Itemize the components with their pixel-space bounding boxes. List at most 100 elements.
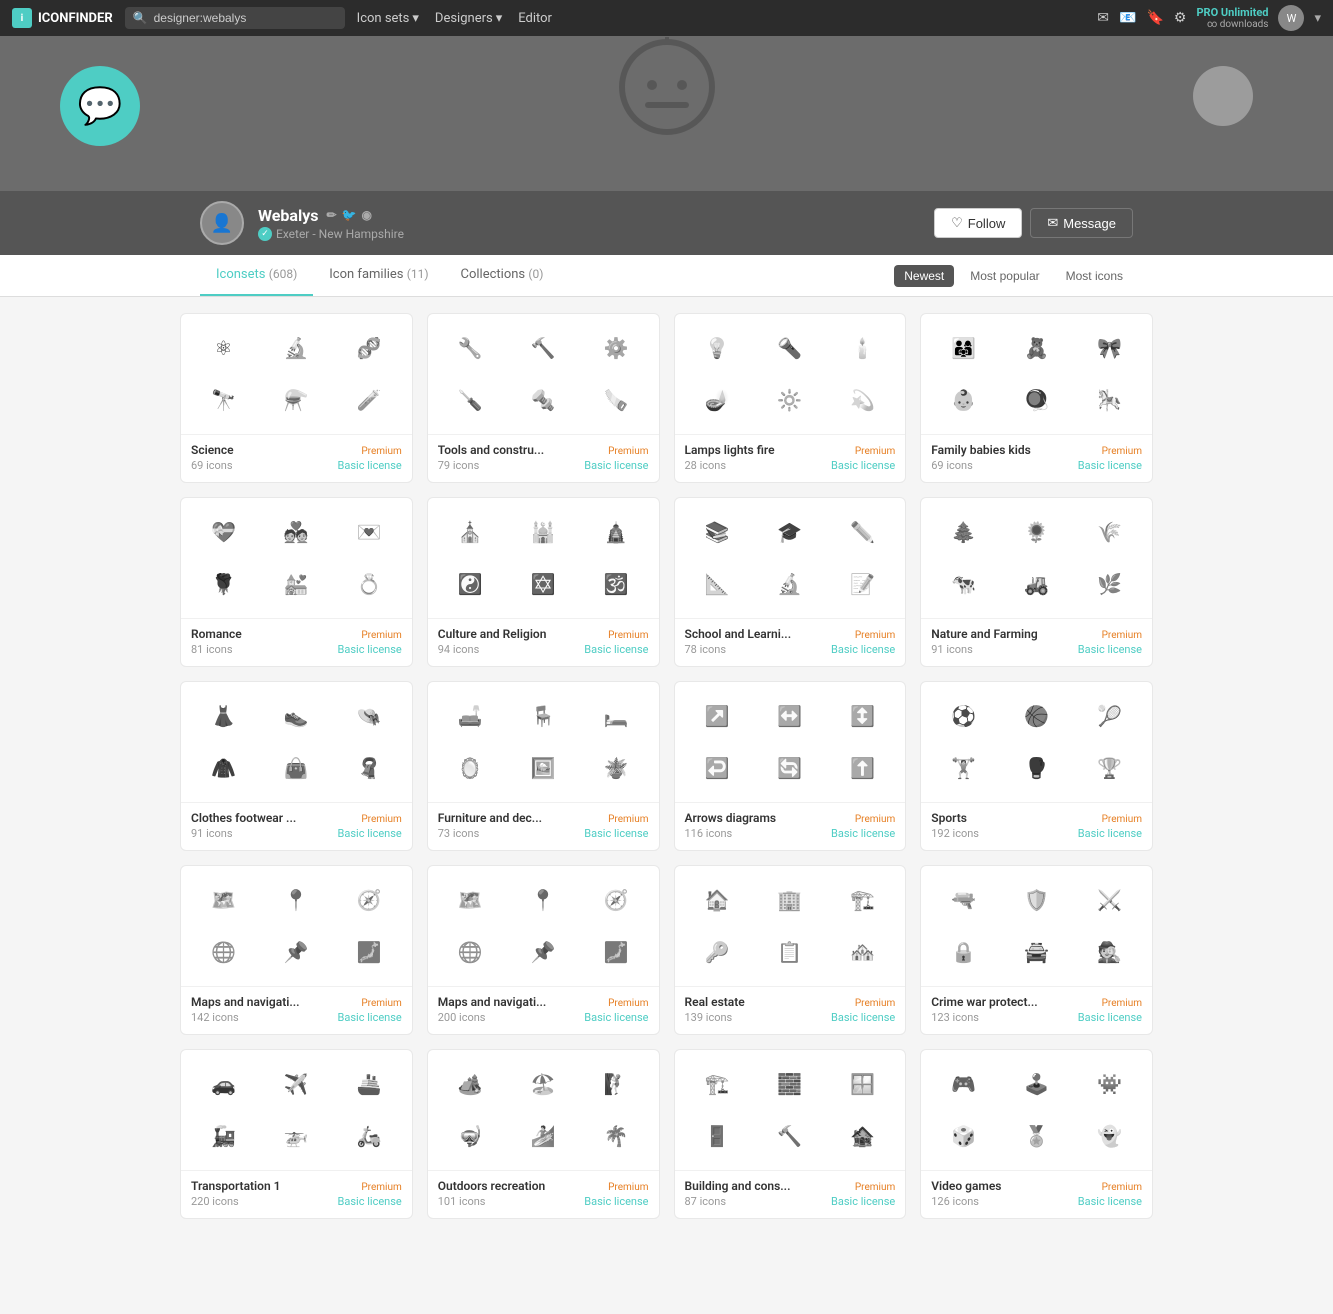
- card-icon: 🧥: [205, 750, 241, 786]
- card-badge: Premium: [855, 446, 895, 457]
- card-icon: 🔩: [525, 382, 561, 418]
- icon-set-card[interactable]: 💝💑💌🌹💒💍 Romance Premium 81 icons Basic li…: [180, 497, 413, 667]
- card-license: Basic license: [831, 643, 895, 656]
- card-icon: ⚙️: [598, 330, 634, 366]
- card-title: Science: [191, 443, 234, 457]
- settings-icon[interactable]: ⚙: [1174, 10, 1187, 26]
- card-icon: 🛋️: [452, 698, 488, 734]
- icon-set-card[interactable]: 🗺️📍🧭🌐📌🗾 Maps and navigati... Premium 200…: [427, 865, 660, 1035]
- icon-set-card[interactable]: ⛪🕌🛕☯️✡️🕉️ Culture and Religion Premium 9…: [427, 497, 660, 667]
- card-icon: 🧭: [598, 882, 634, 918]
- card-badge: Premium: [361, 1182, 401, 1193]
- mail-icon[interactable]: 📧: [1119, 10, 1136, 26]
- notification-icon[interactable]: ✉: [1097, 10, 1109, 26]
- card-icon: ↗️: [699, 698, 735, 734]
- bookmark-icon[interactable]: 🔖: [1146, 10, 1163, 26]
- filter-newest[interactable]: Newest: [894, 265, 954, 287]
- icon-set-card[interactable]: 🔫🛡️⚔️🔒🚔🕵️ Crime war protect... Premium 1…: [920, 865, 1153, 1035]
- nav-editor[interactable]: Editor: [518, 11, 552, 26]
- card-icon: 🕵️: [1092, 934, 1128, 970]
- card-icon: 🌐: [452, 934, 488, 970]
- icon-set-card[interactable]: 📚🎓✏️📐🔬📝 School and Learni... Premium 78 …: [674, 497, 907, 667]
- card-badge: Premium: [855, 1182, 895, 1193]
- card-icon: 🚢: [351, 1066, 387, 1102]
- card-icon: 🌻: [1019, 514, 1055, 550]
- card-title: Family babies kids: [931, 443, 1031, 457]
- nav-designers[interactable]: Designers ▾: [435, 11, 502, 26]
- avatar[interactable]: W: [1278, 5, 1304, 31]
- card-icon: 👟: [278, 698, 314, 734]
- card-badge: Premium: [855, 630, 895, 641]
- icon-set-card[interactable]: 🛋️🪑🛏️🪞🖼️🪴 Furniture and dec... Premium 7…: [427, 681, 660, 851]
- card-icon: 🚜: [1019, 566, 1055, 602]
- chat-logo-icon: 💬: [60, 66, 140, 146]
- nav-iconsets[interactable]: Icon sets ▾: [357, 11, 419, 26]
- card-license: Basic license: [584, 1011, 648, 1024]
- card-badge: Premium: [608, 998, 648, 1009]
- card-icon: 🛵: [351, 1118, 387, 1154]
- card-icon: 🪛: [452, 382, 488, 418]
- card-icon: 🐄: [946, 566, 982, 602]
- card-icon: 👻: [1092, 1118, 1128, 1154]
- filter-most-popular[interactable]: Most popular: [960, 265, 1049, 287]
- card-title: Culture and Religion: [438, 627, 547, 641]
- card-badge: Premium: [361, 998, 401, 1009]
- search-bar[interactable]: 🔍: [125, 7, 345, 29]
- card-icon: ⚽: [946, 698, 982, 734]
- card-icon: 🗾: [351, 934, 387, 970]
- tab-collections[interactable]: Collections (0): [445, 255, 560, 296]
- card-license: Basic license: [1078, 459, 1142, 472]
- card-icon: 🥊: [1019, 750, 1055, 786]
- card-license: Basic license: [584, 1195, 648, 1208]
- card-icon: 🎾: [1092, 698, 1128, 734]
- card-icon: 🚁: [278, 1118, 314, 1154]
- tab-icon-families[interactable]: Icon families (11): [313, 255, 444, 296]
- icon-set-card[interactable]: 👨‍👩‍👧🧸🎀👶🪀🎠 Family babies kids Premium 69…: [920, 313, 1153, 483]
- icon-set-card[interactable]: 🏕️🏖️🧗🤿🏄🌴 Outdoors recreation Premium 101…: [427, 1049, 660, 1219]
- card-license: Basic license: [1078, 1195, 1142, 1208]
- edit-icon[interactable]: ✏: [326, 208, 336, 222]
- icon-set-card[interactable]: ⚛🔬🧬🔭⚗️🧪 Science Premium 69 icons Basic l…: [180, 313, 413, 483]
- icon-set-card[interactable]: 🏗️🧱🪟🚪🔨🏚️ Building and cons... Premium 87…: [674, 1049, 907, 1219]
- icon-set-card[interactable]: ↗️↔️↕️↩️🔄⬆️ Arrows diagrams Premium 116 …: [674, 681, 907, 851]
- card-icon: 📐: [699, 566, 735, 602]
- icon-set-card[interactable]: ⚽🏀🎾🏋️🥊🏆 Sports Premium 192 icons Basic l…: [920, 681, 1153, 851]
- twitter-icon[interactable]: 🐦: [342, 208, 357, 222]
- icon-set-card[interactable]: 🏠🏢🏗️🔑📋🏘️ Real estate Premium 139 icons B…: [674, 865, 907, 1035]
- card-icon: ↩️: [699, 750, 735, 786]
- icon-set-card[interactable]: 👗👟👒🧥👜🧣 Clothes footwear ... Premium 91 i…: [180, 681, 413, 851]
- card-icon: 🌹: [205, 566, 241, 602]
- profile-social-icons: ✏ 🐦 ◉: [326, 208, 372, 222]
- user-chevron-icon: ▾: [1314, 11, 1321, 26]
- icon-set-card[interactable]: 🚗✈️🚢🚂🚁🛵 Transportation 1 Premium 220 ico…: [180, 1049, 413, 1219]
- icon-set-card[interactable]: 🎮🕹️👾🎲🏅👻 Video games Premium 126 icons Ba…: [920, 1049, 1153, 1219]
- card-icon: 👗: [205, 698, 241, 734]
- card-license: Basic license: [1078, 643, 1142, 656]
- card-badge: Premium: [1102, 630, 1142, 641]
- dribbble-icon[interactable]: ◉: [361, 208, 371, 222]
- message-icon: ✉: [1047, 215, 1058, 231]
- card-license: Basic license: [1078, 1011, 1142, 1024]
- card-title: Tools and constru...: [438, 443, 544, 457]
- card-icon: 📝: [845, 566, 881, 602]
- icon-set-card[interactable]: 🗺️📍🧭🌐📌🗾 Maps and navigati... Premium 142…: [180, 865, 413, 1035]
- icon-set-card[interactable]: 🔧🔨⚙️🪛🔩🪚 Tools and constru... Premium 79 …: [427, 313, 660, 483]
- icon-set-card[interactable]: 🌲🌻🌾🐄🚜🌿 Nature and Farming Premium 91 ico…: [920, 497, 1153, 667]
- card-icon: 🏋️: [946, 750, 982, 786]
- icon-set-card[interactable]: 💡🔦🕯️🪔🔆💫 Lamps lights fire Premium 28 ico…: [674, 313, 907, 483]
- logo[interactable]: i ICONFINDER: [12, 8, 113, 28]
- card-icon: 🌾: [1092, 514, 1128, 550]
- card-icon-count: 87 icons: [685, 1195, 727, 1208]
- card-badge: Premium: [361, 814, 401, 825]
- tab-iconsets[interactable]: Iconsets (608): [200, 255, 313, 296]
- card-license: Basic license: [831, 459, 895, 472]
- card-icon: 🪟: [845, 1066, 881, 1102]
- card-icon-count: 126 icons: [931, 1195, 979, 1208]
- filter-most-icons[interactable]: Most icons: [1056, 265, 1133, 287]
- search-input[interactable]: [154, 11, 324, 25]
- card-icon: 🤿: [452, 1118, 488, 1154]
- message-button[interactable]: ✉ Message: [1030, 208, 1133, 238]
- follow-button[interactable]: ♡ Follow: [934, 208, 1022, 238]
- card-badge: Premium: [608, 630, 648, 641]
- card-badge: Premium: [1102, 814, 1142, 825]
